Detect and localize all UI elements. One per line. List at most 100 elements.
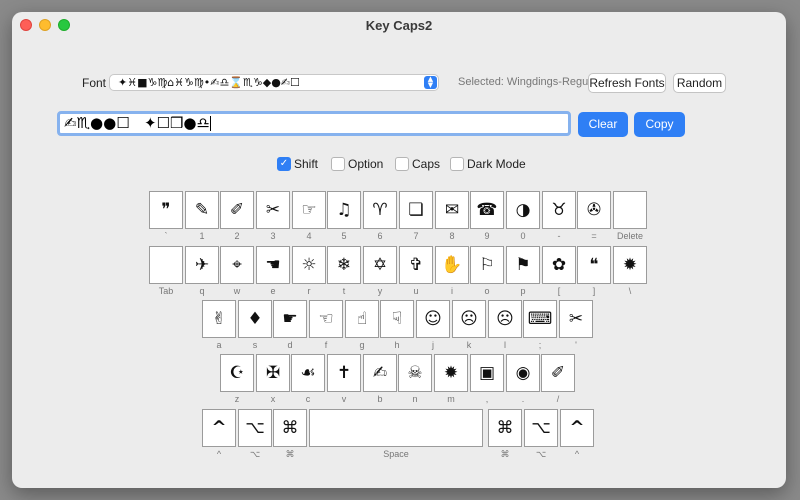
key-top-row-5[interactable]: ❄ [327, 246, 361, 284]
key-top-row-6[interactable]: ✡ [363, 246, 397, 284]
key-label-number-row-7: 7 [413, 231, 419, 241]
key-bottom-row-9[interactable]: ✐ [541, 354, 575, 392]
key-label-bottom-row-3: v [341, 394, 347, 404]
key-home-row-9[interactable]: ⌨ [523, 300, 557, 338]
key-home-row-6[interactable]: ☺ [416, 300, 450, 338]
key-label-number-row-2: 2 [234, 231, 240, 241]
key-number-row-8[interactable]: ✉ [435, 191, 469, 229]
key-home-row-1[interactable]: ♦ [238, 300, 272, 338]
random-button[interactable]: Random [673, 73, 726, 93]
key-modifier-row-1[interactable]: ⌥ [238, 409, 272, 447]
font-select[interactable]: ✦♓■♑♍⌂♓♑♍•✍♎⌛♏♑◆●✍☐ ▲ ▼ [109, 74, 439, 91]
key-label-home-row-5: h [394, 340, 400, 350]
key-top-row-11[interactable]: ✿ [542, 246, 576, 284]
key-bottom-row-0[interactable]: ☪ [220, 354, 254, 392]
key-label-number-row-8: 8 [449, 231, 455, 241]
key-label-top-row-7: u [413, 286, 419, 296]
text-input[interactable]: ✍♏●●☐ ✦☐❒●♎ [57, 111, 571, 136]
key-home-row-4[interactable]: ☝ [345, 300, 379, 338]
key-home-row-3[interactable]: ☜ [309, 300, 343, 338]
key-modifier-row-5[interactable]: ⌥ [524, 409, 558, 447]
key-top-row-12[interactable]: ❝ [577, 246, 611, 284]
key-number-row-7[interactable]: ❏ [399, 191, 433, 229]
font-select-value: ✦♓■♑♍⌂♓♑♍•✍♎⌛♏♑◆●✍☐ [118, 76, 300, 89]
key-label-top-row-8: i [451, 286, 453, 296]
key-label-top-row-4: r [307, 286, 311, 296]
key-label-home-row-3: f [324, 340, 328, 350]
selected-font-label: Selected: Wingdings-Regular [458, 76, 601, 88]
key-number-row-11[interactable]: ♉ [542, 191, 576, 229]
key-bottom-row-1[interactable]: ✠ [256, 354, 290, 392]
key-modifier-row-4[interactable]: ⌘ [488, 409, 522, 447]
key-number-row-1[interactable]: ✎ [185, 191, 219, 229]
key-label-number-row-4: 4 [306, 231, 312, 241]
key-bottom-row-4[interactable]: ✍ [363, 354, 397, 392]
key-home-row-10[interactable]: ✂ [559, 300, 593, 338]
caps-checkbox-label: Caps [412, 157, 441, 171]
dark-mode-checkbox-label: Dark Mode [467, 157, 526, 171]
key-modifier-row-2[interactable]: ⌘ [273, 409, 307, 447]
key-label-modifier-row-6: ^ [574, 449, 580, 459]
key-label-top-row-6: y [377, 286, 383, 296]
key-bottom-row-6[interactable]: ✹ [434, 354, 468, 392]
key-number-row-2[interactable]: ✐ [220, 191, 254, 229]
key-bottom-row-2[interactable]: ☙ [291, 354, 325, 392]
key-label-home-row-9: ; [538, 340, 542, 350]
key-label-home-row-0: a [216, 340, 222, 350]
option-checkbox-box[interactable] [331, 157, 345, 171]
key-label-number-row-13: Delete [616, 231, 643, 241]
key-home-row-2[interactable]: ☛ [273, 300, 307, 338]
key-top-row-9[interactable]: ⚐ [470, 246, 504, 284]
key-label-home-row-6: j [432, 340, 434, 350]
key-number-row-0[interactable]: ❞ [149, 191, 183, 229]
key-bottom-row-3[interactable]: ✝ [327, 354, 361, 392]
key-label-top-row-1: q [199, 286, 205, 296]
key-label-top-row-12: ] [592, 286, 596, 296]
key-top-row-0[interactable] [149, 246, 183, 284]
key-top-row-10[interactable]: ⚑ [506, 246, 540, 284]
key-home-row-0[interactable]: ✌ [202, 300, 236, 338]
key-top-row-13[interactable]: ✹ [613, 246, 647, 284]
key-number-row-4[interactable]: ☞ [292, 191, 326, 229]
key-label-modifier-row-2: ⌘ [285, 449, 295, 459]
key-number-row-6[interactable]: ♈ [363, 191, 397, 229]
key-bottom-row-7[interactable]: ▣ [470, 354, 504, 392]
key-modifier-row-0[interactable]: ^ [202, 409, 236, 447]
text-caret [209, 116, 211, 131]
copy-button[interactable]: Copy [634, 112, 685, 137]
key-top-row-2[interactable]: ⌖ [220, 246, 254, 284]
key-label-bottom-row-6: m [447, 394, 455, 404]
key-number-row-9[interactable]: ☎ [470, 191, 504, 229]
option-checkbox-label: Option [348, 157, 384, 171]
key-modifier-row-3[interactable] [309, 409, 483, 447]
key-home-row-5[interactable]: ☟ [380, 300, 414, 338]
shift-checkbox-box[interactable]: ✓ [277, 157, 291, 171]
key-home-row-8[interactable]: ☹ [488, 300, 522, 338]
key-label-home-row-10: ' [575, 340, 577, 350]
clear-button[interactable]: Clear [578, 112, 628, 137]
key-label-number-row-5: 5 [341, 231, 347, 241]
key-label-number-row-9: 9 [484, 231, 490, 241]
key-top-row-4[interactable]: ☼ [292, 246, 326, 284]
key-label-bottom-row-0: z [234, 394, 240, 404]
key-label-bottom-row-1: x [270, 394, 276, 404]
key-bottom-row-5[interactable]: ☠ [398, 354, 432, 392]
dark-mode-checkbox-box[interactable] [450, 157, 464, 171]
refresh-fonts-button[interactable]: Refresh Fonts [588, 73, 666, 93]
key-top-row-7[interactable]: ✞ [399, 246, 433, 284]
caps-checkbox-box[interactable] [395, 157, 409, 171]
key-top-row-1[interactable]: ✈ [185, 246, 219, 284]
key-label-modifier-row-5: ⌥ [535, 449, 547, 459]
key-modifier-row-6[interactable]: ^ [560, 409, 594, 447]
key-number-row-10[interactable]: ◑ [506, 191, 540, 229]
key-number-row-5[interactable]: ♫ [327, 191, 361, 229]
key-label-bottom-row-4: b [377, 394, 383, 404]
key-number-row-3[interactable]: ✂ [256, 191, 290, 229]
key-number-row-12[interactable]: ✇ [577, 191, 611, 229]
key-label-bottom-row-5: n [412, 394, 418, 404]
key-top-row-3[interactable]: ☚ [256, 246, 290, 284]
key-home-row-7[interactable]: ☹ [452, 300, 486, 338]
key-top-row-8[interactable]: ✋ [435, 246, 469, 284]
key-number-row-13[interactable] [613, 191, 647, 229]
key-bottom-row-8[interactable]: ◉ [506, 354, 540, 392]
